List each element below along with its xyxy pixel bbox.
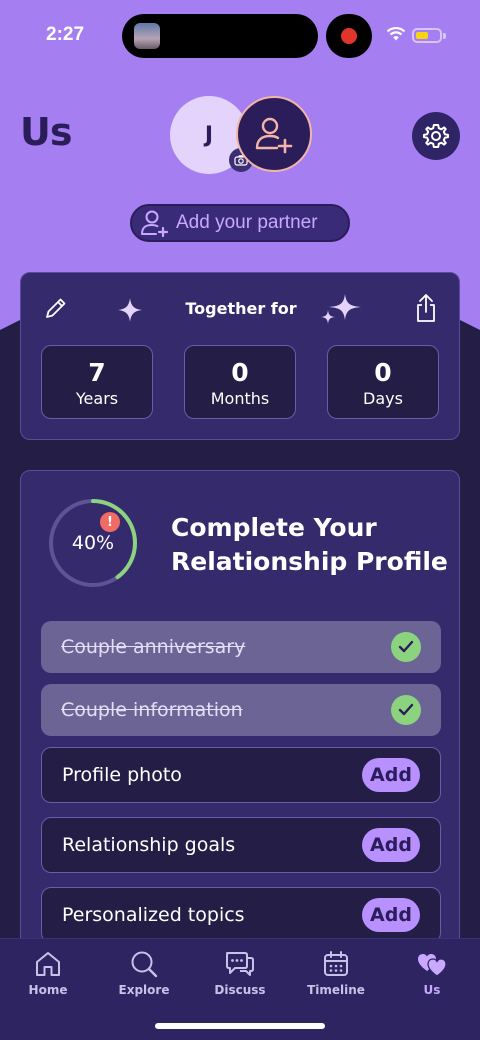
dynamic-island[interactable] [122, 14, 318, 58]
task-label: Personalized topics [62, 904, 245, 926]
add-personalized-topics-button[interactable]: Add [362, 898, 420, 932]
task-couple-anniversary[interactable]: Couple anniversary [41, 621, 441, 673]
stat-label: Years [75, 389, 119, 408]
stat-label: Days [363, 389, 403, 408]
task-label: Couple information [61, 699, 243, 721]
add-profile-photo-button[interactable]: Add [362, 758, 420, 792]
checkmark-icon [391, 632, 421, 662]
task-label: Relationship goals [62, 834, 236, 856]
tab-label: Timeline [307, 983, 365, 997]
home-indicator[interactable] [155, 1023, 325, 1029]
sparkles-icon [321, 294, 361, 324]
battery-level [416, 32, 428, 39]
tab-label: Explore [118, 983, 170, 997]
add-user-icon [141, 210, 169, 237]
tab-label: Home [28, 983, 68, 997]
add-partner-button[interactable]: Add your partner [130, 204, 350, 242]
tab-explore[interactable]: Explore [96, 949, 192, 997]
stat-label: Months [210, 389, 270, 408]
tab-us[interactable]: Us [384, 949, 480, 997]
add-user-icon [255, 117, 293, 154]
add-partner-label: Add your partner [176, 212, 318, 233]
together-card: Together for 7 Years 0 Months 0 Days [20, 272, 460, 440]
progress-percent: 40% [71, 532, 115, 554]
stat-years: 7 Years [41, 345, 153, 419]
profile-title-line2: Relationship Profile [171, 547, 448, 576]
stat-days: 0 Days [327, 345, 439, 419]
wifi-icon [386, 27, 406, 41]
tab-timeline[interactable]: Timeline [288, 949, 384, 997]
task-couple-information[interactable]: Couple information [41, 684, 441, 736]
settings-button[interactable] [412, 112, 460, 160]
battery-icon [412, 28, 442, 43]
page-title: Us [20, 110, 72, 154]
avatar-initial: J [204, 122, 214, 148]
task-label: Couple anniversary [61, 636, 246, 658]
media-thumbnail [134, 23, 160, 49]
home-icon [36, 952, 60, 976]
task-personalized-topics[interactable]: Personalized topics Add [41, 887, 441, 943]
share-icon[interactable] [415, 293, 437, 323]
stat-months: 0 Months [184, 345, 296, 419]
profile-card-title: Complete Your Relationship Profile [171, 511, 451, 579]
stat-value: 0 [231, 358, 249, 387]
calendar-icon [324, 951, 348, 976]
add-relationship-goals-button[interactable]: Add [362, 828, 420, 862]
profile-title-line1: Complete Your [171, 513, 377, 542]
hearts-icon [418, 954, 447, 977]
task-profile-photo[interactable]: Profile photo Add [41, 747, 441, 803]
gear-icon [423, 124, 449, 148]
record-dot-icon [341, 28, 357, 44]
task-relationship-goals[interactable]: Relationship goals Add [41, 817, 441, 873]
checkmark-icon [391, 695, 421, 725]
battery-nub [443, 33, 446, 39]
stat-value: 0 [374, 358, 392, 387]
add-partner-avatar[interactable] [236, 96, 312, 172]
tab-label: Us [423, 983, 441, 997]
alert-icon: ! [100, 512, 120, 532]
task-label: Profile photo [62, 764, 182, 786]
together-title: Together for [185, 299, 297, 318]
tab-home[interactable]: Home [0, 949, 96, 997]
tab-label: Discuss [214, 983, 266, 997]
status-time: 2:27 [46, 24, 85, 45]
chat-bubbles-icon [226, 952, 254, 976]
tab-discuss[interactable]: Discuss [192, 949, 288, 997]
recording-indicator[interactable] [326, 14, 372, 58]
profile-completion-card: 40% ! Complete Your Relationship Profile… [20, 470, 460, 990]
stat-value: 7 [88, 358, 106, 387]
search-icon [131, 951, 158, 978]
